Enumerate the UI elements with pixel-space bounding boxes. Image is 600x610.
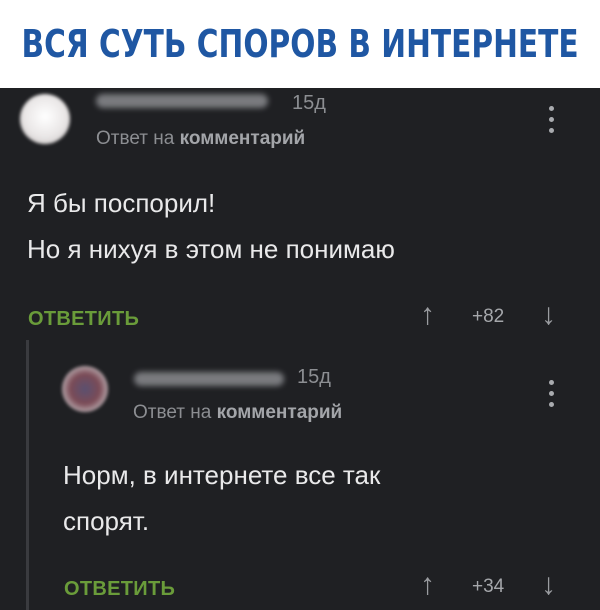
comment-age: 15д bbox=[292, 92, 326, 114]
reply-target-link[interactable]: комментарий bbox=[180, 128, 306, 149]
reply-prefix: Ответ на bbox=[96, 128, 175, 149]
arrow-up-icon[interactable]: ↑ bbox=[420, 570, 435, 600]
comment-body: Норм, в интернете все так спорят. bbox=[63, 452, 533, 544]
more-options-icon[interactable] bbox=[549, 380, 555, 410]
arrow-down-icon[interactable]: ↓ bbox=[541, 570, 556, 600]
comment-body: Я бы поспорил! Но я нихуя в этом не пони… bbox=[27, 180, 587, 272]
reply-meta: Ответ на комментарий bbox=[96, 128, 305, 150]
comment-line: спорят. bbox=[63, 506, 150, 536]
avatar[interactable] bbox=[20, 94, 70, 144]
reply-button[interactable]: ОТВЕТИТЬ bbox=[28, 308, 139, 331]
arrow-up-icon[interactable]: ↑ bbox=[420, 300, 435, 330]
meme-header: ВСЯ СУТЬ СПОРОВ В ИНТЕРНЕТЕ bbox=[0, 0, 600, 88]
comment-line: Я бы поспорил! bbox=[27, 188, 216, 218]
arrow-down-icon[interactable]: ↓ bbox=[541, 300, 556, 330]
username-blurred[interactable] bbox=[96, 94, 268, 108]
username-blurred[interactable] bbox=[134, 372, 284, 386]
meme-title: ВСЯ СУТЬ СПОРОВ В ИНТЕРНЕТЕ bbox=[21, 22, 579, 66]
vote-score: +34 bbox=[472, 576, 505, 597]
vote-score: +82 bbox=[472, 306, 505, 327]
more-options-icon[interactable] bbox=[549, 106, 555, 136]
comment-line: Норм, в интернете все так bbox=[63, 460, 381, 490]
avatar[interactable] bbox=[62, 366, 108, 412]
reply-target-link[interactable]: комментарий bbox=[217, 402, 343, 423]
comment-line: Но я нихуя в этом не понимаю bbox=[27, 234, 395, 264]
reply-button[interactable]: ОТВЕТИТЬ bbox=[64, 578, 175, 601]
reply-prefix: Ответ на bbox=[133, 402, 212, 423]
comments-screen: 15д Ответ на комментарий Я бы поспорил! … bbox=[0, 88, 600, 610]
comment-age: 15д bbox=[297, 366, 331, 388]
reply-meta: Ответ на комментарий bbox=[133, 402, 342, 424]
thread-line bbox=[26, 340, 29, 610]
